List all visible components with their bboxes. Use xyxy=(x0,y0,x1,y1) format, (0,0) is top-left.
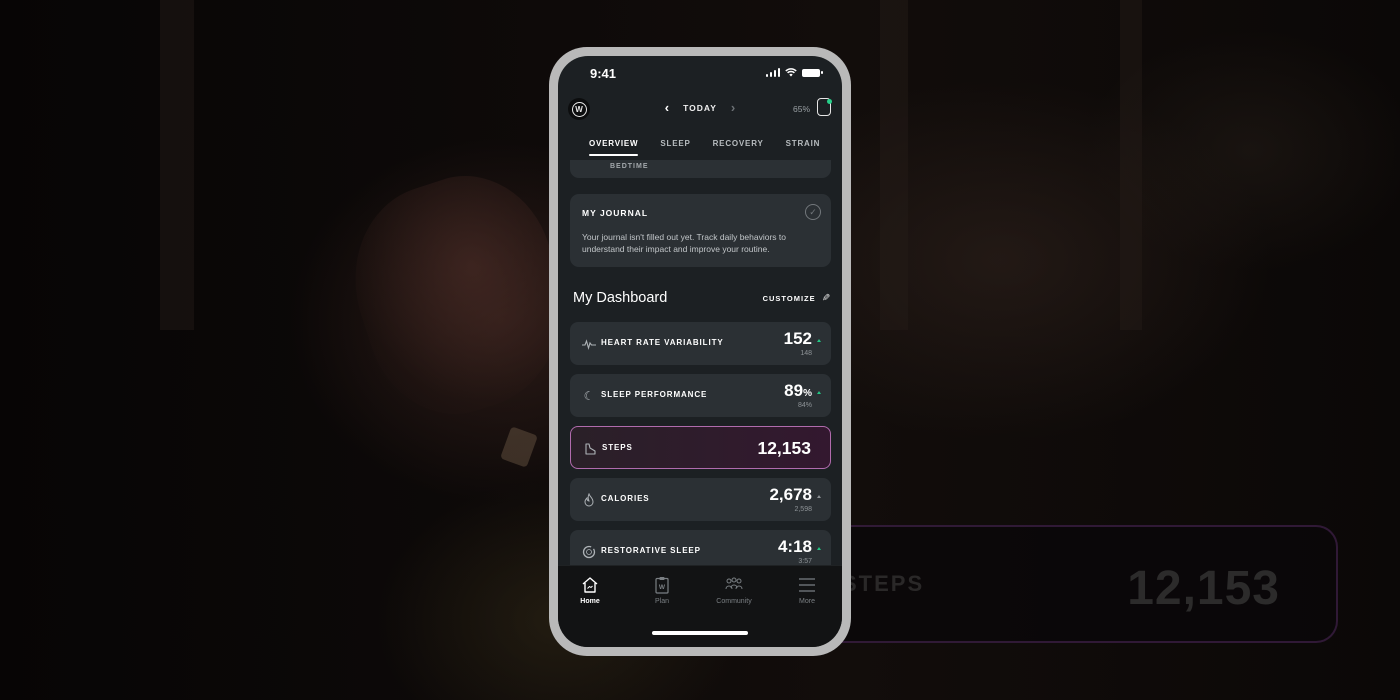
date-label: TODAY xyxy=(683,102,717,113)
metric-value: 152 xyxy=(783,329,812,348)
journal-description: Your journal isn't filled out yet. Track… xyxy=(582,232,786,254)
metric-restorative-sleep[interactable]: RESTORATIVE SLEEP 4:18 3:57 xyxy=(570,530,831,565)
metric-label: RESTORATIVE SLEEP xyxy=(601,546,701,555)
metric-baseline: 84% xyxy=(797,402,812,409)
moon-icon: ☾ xyxy=(583,389,595,403)
metric-label: SLEEP PERFORMANCE xyxy=(601,390,708,399)
chevron-right-icon[interactable]: › xyxy=(731,101,735,114)
background-post xyxy=(880,0,908,330)
flame-icon xyxy=(581,492,597,508)
chevron-left-icon[interactable]: ‹ xyxy=(665,101,669,114)
trend-up-icon xyxy=(817,547,821,550)
checkmark-circle-icon: ✓ xyxy=(805,204,821,220)
customize-button[interactable]: CUSTOMIZE ✎ xyxy=(763,293,830,304)
nav-label: More xyxy=(799,598,815,605)
metric-label: HEART RATE VARIABILITY xyxy=(601,338,724,347)
metric-baseline: 148 xyxy=(800,350,812,357)
top-navigation: W ‹ TODAY › 65% xyxy=(558,96,842,126)
home-icon xyxy=(582,577,598,593)
metric-sleep-performance[interactable]: ☾ SLEEP PERFORMANCE 89% 84% xyxy=(570,374,831,417)
pencil-icon: ✎ xyxy=(821,293,830,304)
svg-text:W: W xyxy=(659,584,666,591)
device-connected-dot xyxy=(827,99,832,104)
menu-icon xyxy=(799,578,815,592)
bedtime-card[interactable]: BEDTIME xyxy=(570,160,831,178)
nav-label: Community xyxy=(716,598,752,605)
heart-rate-variability-icon xyxy=(581,336,597,352)
trend-up-icon xyxy=(817,339,821,342)
scroll-content[interactable]: BEDTIME MY JOURNAL ✓ Your journal isn't … xyxy=(558,160,842,565)
metric-heart-rate-variability[interactable]: HEART RATE VARIABILITY 152 148 xyxy=(570,322,831,365)
dashboard-header: My Dashboard CUSTOMIZE ✎ xyxy=(573,290,830,310)
metric-value: 4:18 xyxy=(777,537,812,556)
signal-icon xyxy=(765,68,780,77)
metric-value: 12,153 xyxy=(757,438,811,458)
background-card-value: 12,153 xyxy=(1127,562,1280,615)
plan-clipboard-icon: W xyxy=(655,577,669,594)
nav-label: Home xyxy=(580,598,600,605)
bedtime-label: BEDTIME xyxy=(610,163,649,170)
metric-steps[interactable]: STEPS 12,153 xyxy=(570,426,831,469)
nav-home[interactable]: Home xyxy=(560,576,620,605)
tab-recovery[interactable]: RECOVERY xyxy=(713,139,764,159)
tab-sleep[interactable]: SLEEP xyxy=(660,139,690,159)
battery-icon xyxy=(802,68,823,77)
tab-overview[interactable]: OVERVIEW xyxy=(589,139,639,159)
home-indicator[interactable] xyxy=(652,631,748,635)
background-wristband xyxy=(500,426,538,468)
background-card-label: STEPS xyxy=(842,571,925,596)
background-post xyxy=(1120,0,1142,330)
phone-screen: 9:41 W ‹ TODAY › 65% OVERVIEW SLEEP RECO… xyxy=(558,56,842,647)
status-icons xyxy=(765,68,823,77)
status-bar: 9:41 xyxy=(558,56,842,92)
nav-plan[interactable]: W Plan xyxy=(632,576,692,605)
tab-bar: OVERVIEW SLEEP RECOVERY STRAIN xyxy=(558,139,842,159)
trend-up-icon xyxy=(817,391,821,394)
metric-baseline: 2,598 xyxy=(794,506,812,513)
journal-card[interactable]: MY JOURNAL ✓ Your journal isn't filled o… xyxy=(570,194,831,267)
bottom-navigation: Home W Plan Community More xyxy=(558,565,842,647)
nav-label: Plan xyxy=(654,598,669,605)
background-post xyxy=(160,0,194,330)
dashboard-title: My Dashboard xyxy=(573,290,668,306)
tab-strain[interactable]: STRAIN xyxy=(786,139,821,159)
metric-calories[interactable]: CALORIES 2,678 2,598 xyxy=(570,478,831,521)
community-icon xyxy=(725,577,743,590)
wifi-icon xyxy=(785,68,797,77)
metric-value: 89% xyxy=(784,381,812,400)
shoe-icon xyxy=(582,441,598,457)
metric-label: STEPS xyxy=(602,443,633,452)
nav-community[interactable]: Community xyxy=(704,576,764,605)
journal-title: MY JOURNAL xyxy=(582,208,649,218)
status-time: 9:41 xyxy=(590,66,617,81)
device-battery-percent: 65% xyxy=(792,104,810,114)
metric-value: 2,678 xyxy=(769,485,812,504)
background-steps-card: STEPS 12,153 xyxy=(820,525,1338,643)
restorative-sleep-icon xyxy=(581,544,597,560)
metric-baseline: 3:57 xyxy=(798,558,812,565)
trend-neutral-icon xyxy=(817,495,821,498)
customize-label: CUSTOMIZE xyxy=(762,294,816,303)
phone-frame: 9:41 W ‹ TODAY › 65% OVERVIEW SLEEP RECO… xyxy=(549,47,851,656)
metric-label: CALORIES xyxy=(601,494,650,503)
nav-more[interactable]: More xyxy=(777,576,837,605)
